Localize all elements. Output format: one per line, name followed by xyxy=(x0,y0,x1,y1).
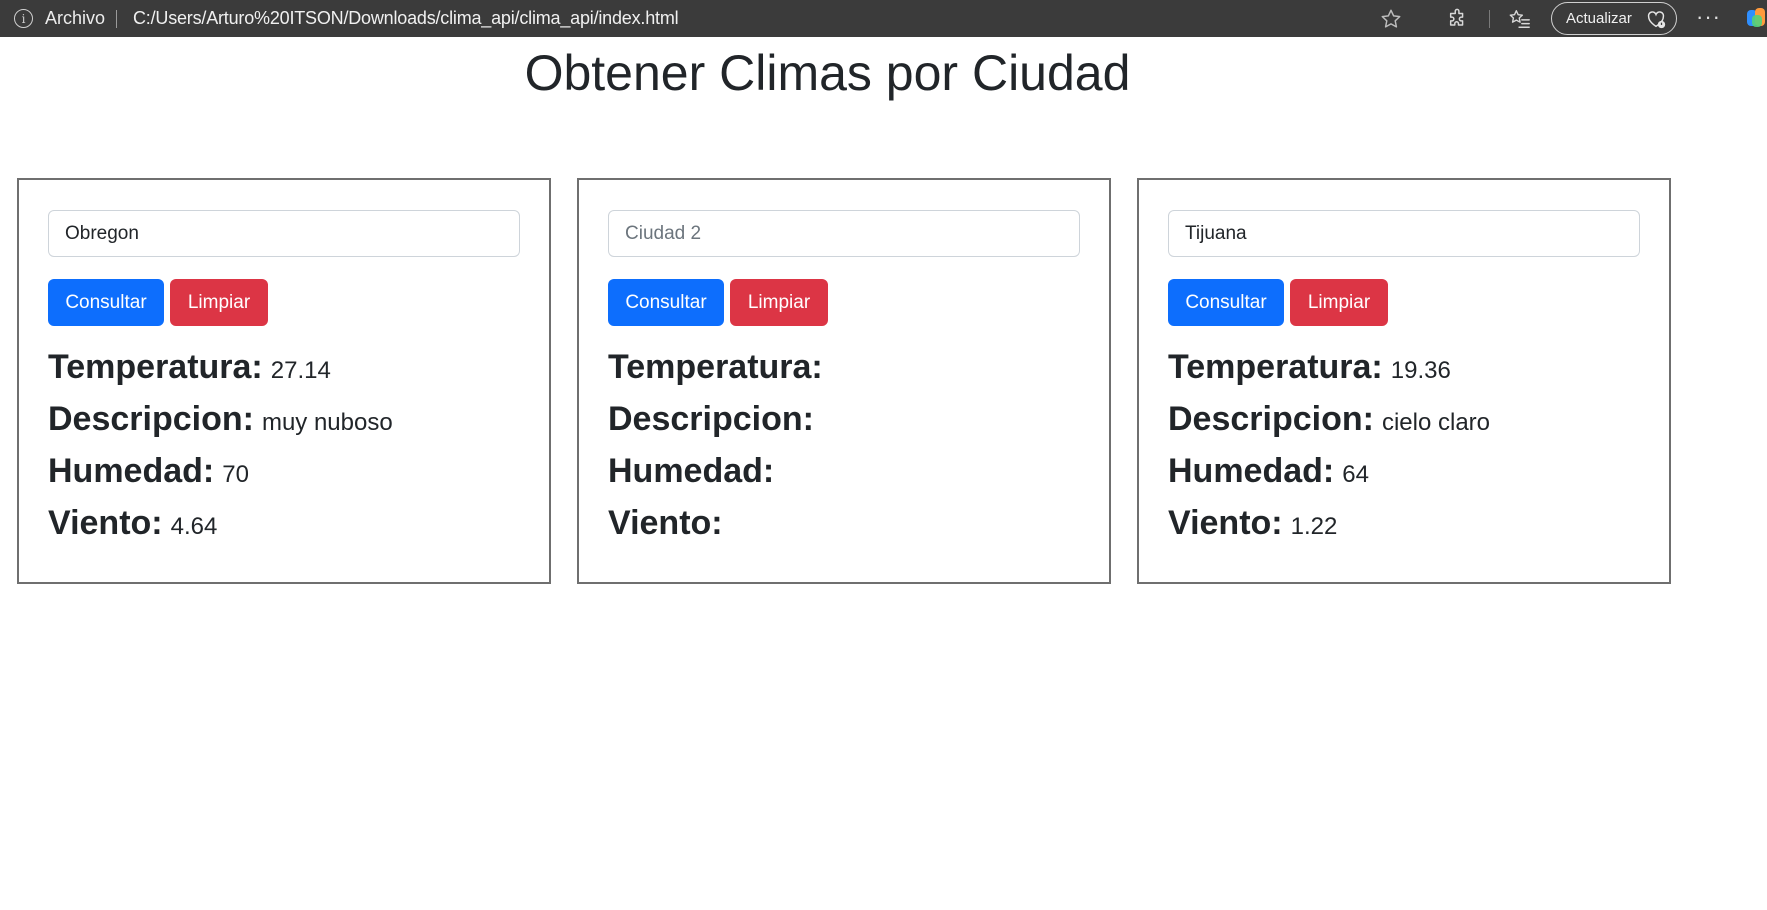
wind-label: Viento: xyxy=(1168,504,1283,542)
wind-value: 1.22 xyxy=(1290,513,1338,540)
update-button[interactable]: Actualizar xyxy=(1551,2,1677,35)
humidity-value: 70 xyxy=(222,461,249,488)
city-input-2[interactable] xyxy=(608,210,1080,257)
site-info-label[interactable]: Archivo xyxy=(45,8,105,29)
city-input-3[interactable] xyxy=(1168,210,1640,257)
favorite-star-icon[interactable] xyxy=(1378,6,1404,32)
city-input-1[interactable] xyxy=(48,210,520,257)
description-row: Descripcion: xyxy=(608,400,822,439)
description-label: Descripcion: xyxy=(48,400,254,438)
temperature-row: Temperatura: 27.14 xyxy=(48,348,331,387)
weather-card-3: Consultar Limpiar Temperatura: 19.36 Desc… xyxy=(1137,178,1671,584)
wind-label: Viento: xyxy=(48,504,163,542)
page-title: Obtener Climas por Ciudad xyxy=(524,45,1131,101)
consult-button-1[interactable]: Consultar xyxy=(48,279,164,326)
consult-button-3[interactable]: Consultar xyxy=(1168,279,1284,326)
humidity-row: Humedad: xyxy=(608,452,782,491)
temperature-label: Temperatura: xyxy=(1168,348,1383,386)
wind-row: Viento: 4.64 xyxy=(48,504,217,543)
temperature-row: Temperatura: 19.36 xyxy=(1168,348,1451,387)
description-row: Descripcion: muy nuboso xyxy=(48,400,393,439)
copilot-icon[interactable] xyxy=(1745,6,1767,30)
humidity-row: Humedad: 64 xyxy=(1168,452,1369,491)
humidity-label: Humedad: xyxy=(1168,452,1335,490)
weather-card-2: Consultar Limpiar Temperatura: Descripci… xyxy=(577,178,1111,584)
description-value: cielo claro xyxy=(1381,409,1490,436)
humidity-label: Humedad: xyxy=(608,452,775,490)
address-bar-url[interactable]: C:/Users/Arturo%20ITSON/Downloads/clima_… xyxy=(133,8,679,29)
clear-button-1[interactable]: Limpiar xyxy=(170,279,268,326)
wind-value: 4.64 xyxy=(170,513,218,540)
toolbar-divider xyxy=(1489,10,1490,28)
temperature-label: Temperatura: xyxy=(48,348,263,386)
favorites-list-icon[interactable] xyxy=(1507,6,1533,32)
description-label: Descripcion: xyxy=(1168,400,1374,438)
wind-row: Viento: 1.22 xyxy=(1168,504,1337,543)
description-value: muy nuboso xyxy=(261,409,393,436)
more-options-icon[interactable]: ··· xyxy=(1696,4,1721,30)
heart-pulse-icon xyxy=(1647,11,1666,29)
humidity-value: 64 xyxy=(1342,461,1369,488)
consult-button-2[interactable]: Consultar xyxy=(608,279,724,326)
temperature-value: 19.36 xyxy=(1390,357,1451,384)
browser-toolbar: i Archivo C:/Users/Arturo%20ITSON/Downlo… xyxy=(0,0,1767,37)
temperature-label: Temperatura: xyxy=(608,348,823,386)
weather-card-1: Consultar Limpiar Temperatura: 27.14 Desc… xyxy=(17,178,551,584)
address-divider xyxy=(116,10,117,28)
clear-button-2[interactable]: Limpiar xyxy=(730,279,828,326)
wind-row: Viento: xyxy=(608,504,731,543)
update-label: Actualizar xyxy=(1566,10,1632,27)
temperature-value: 27.14 xyxy=(270,357,331,384)
temperature-row: Temperatura: xyxy=(608,348,831,387)
humidity-label: Humedad: xyxy=(48,452,215,490)
wind-label: Viento: xyxy=(608,504,723,542)
extensions-puzzle-icon[interactable] xyxy=(1445,6,1471,32)
clear-button-3[interactable]: Limpiar xyxy=(1290,279,1388,326)
description-label: Descripcion: xyxy=(608,400,814,438)
description-row: Descripcion: cielo claro xyxy=(1168,400,1490,439)
info-icon[interactable]: i xyxy=(14,9,33,28)
humidity-row: Humedad: 70 xyxy=(48,452,249,491)
